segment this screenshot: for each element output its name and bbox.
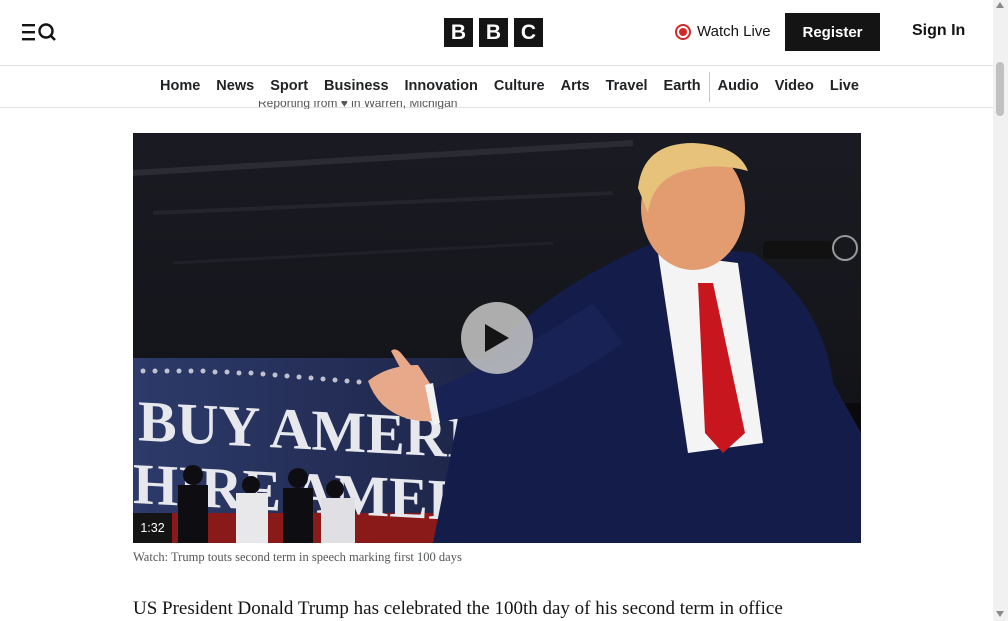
scroll-down-arrow-icon[interactable] xyxy=(996,611,1004,617)
video-caption: Watch: Trump touts second term in speech… xyxy=(133,550,462,564)
scroll-up-arrow-icon[interactable] xyxy=(996,2,1004,8)
scroll-thumb[interactable] xyxy=(996,62,1004,116)
logo-block: B xyxy=(479,18,508,47)
nav-item-arts[interactable]: Arts xyxy=(553,66,598,107)
play-button[interactable] xyxy=(461,302,533,374)
reporting-text: Reporting from ♥ in Warren, Michigan xyxy=(258,101,458,109)
watch-live-link[interactable]: Watch Live xyxy=(675,23,771,40)
video-player[interactable]: BUY AMERICAN HIRE AMERICAN 1:32 xyxy=(133,133,861,543)
logo-block: B xyxy=(444,18,473,47)
search-icon xyxy=(38,23,56,41)
play-icon xyxy=(485,324,509,352)
main-nav: Home News Sport Business Innovation Cult… xyxy=(0,66,993,108)
nav-item-news[interactable]: News xyxy=(208,66,262,107)
logo-block: C xyxy=(514,18,543,47)
nav-item-live[interactable]: Live xyxy=(822,66,867,107)
nav-item-culture[interactable]: Culture xyxy=(486,66,553,107)
site-header: B B C Watch Live Register Sign In xyxy=(0,0,993,66)
reporting-location: Reporting from ♥ in Warren, Michigan xyxy=(258,101,457,109)
live-dot-icon xyxy=(675,23,691,40)
nav-item-video[interactable]: Video xyxy=(767,66,822,107)
menu-search-button[interactable] xyxy=(22,21,62,43)
watch-live-label: Watch Live xyxy=(697,23,771,40)
menu-icon xyxy=(22,23,56,41)
nav-item-home[interactable]: Home xyxy=(152,66,208,107)
article-paragraph: US President Donald Trump has celebrated… xyxy=(133,598,783,619)
sign-in-link[interactable]: Sign In xyxy=(912,22,965,40)
register-button[interactable]: Register xyxy=(785,13,880,51)
bbc-logo[interactable]: B B C xyxy=(444,18,543,47)
nav-item-travel[interactable]: Travel xyxy=(598,66,656,107)
vertical-scrollbar[interactable] xyxy=(993,0,1008,621)
nav-item-audio[interactable]: Audio xyxy=(710,66,767,107)
video-duration: 1:32 xyxy=(133,513,172,543)
nav-item-earth[interactable]: Earth xyxy=(656,66,709,107)
